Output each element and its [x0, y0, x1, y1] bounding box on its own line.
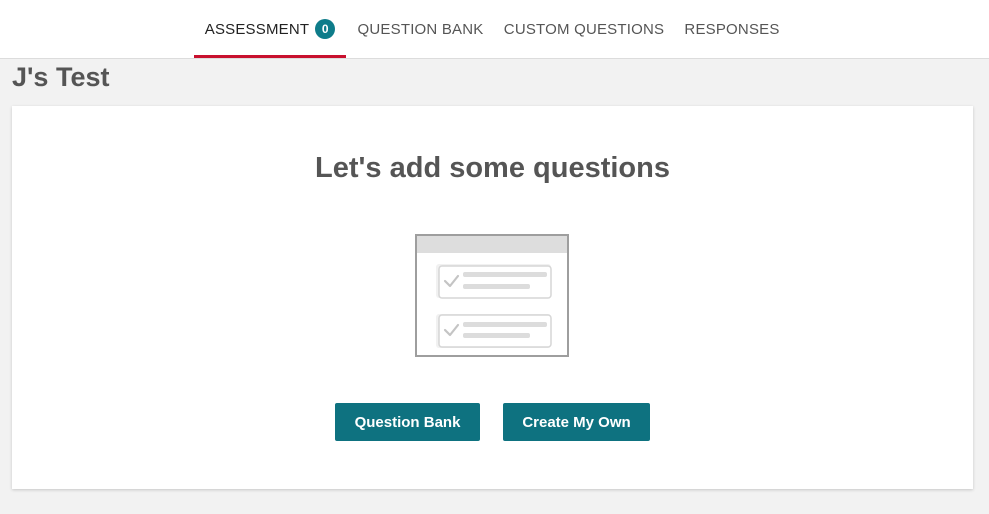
page-title: J's Test: [12, 62, 110, 92]
questions-checklist-icon: [415, 234, 570, 363]
tab-responses[interactable]: RESPONSES: [680, 0, 784, 58]
empty-state-card: Let's add some questions Question Bank C…: [12, 106, 973, 489]
tab-question-bank-label: QUESTION BANK: [357, 20, 484, 38]
tab-assessment-label: ASSESSMENT: [204, 20, 310, 38]
tab-custom-questions[interactable]: CUSTOM QUESTIONS: [500, 0, 668, 58]
create-my-own-button[interactable]: Create My Own: [503, 403, 650, 441]
top-navigation: ASSESSMENT 0 QUESTION BANK CUSTOM QUESTI…: [0, 0, 989, 59]
tab-responses-label: RESPONSES: [684, 20, 780, 38]
tab-custom-questions-label: CUSTOM QUESTIONS: [503, 20, 665, 38]
tab-assessment[interactable]: ASSESSMENT 0: [194, 0, 346, 58]
question-count-badge: 0: [315, 19, 336, 39]
question-bank-button[interactable]: Question Bank: [335, 403, 480, 441]
tab-question-bank[interactable]: QUESTION BANK: [352, 0, 489, 58]
empty-state-heading: Let's add some questions: [315, 152, 670, 184]
